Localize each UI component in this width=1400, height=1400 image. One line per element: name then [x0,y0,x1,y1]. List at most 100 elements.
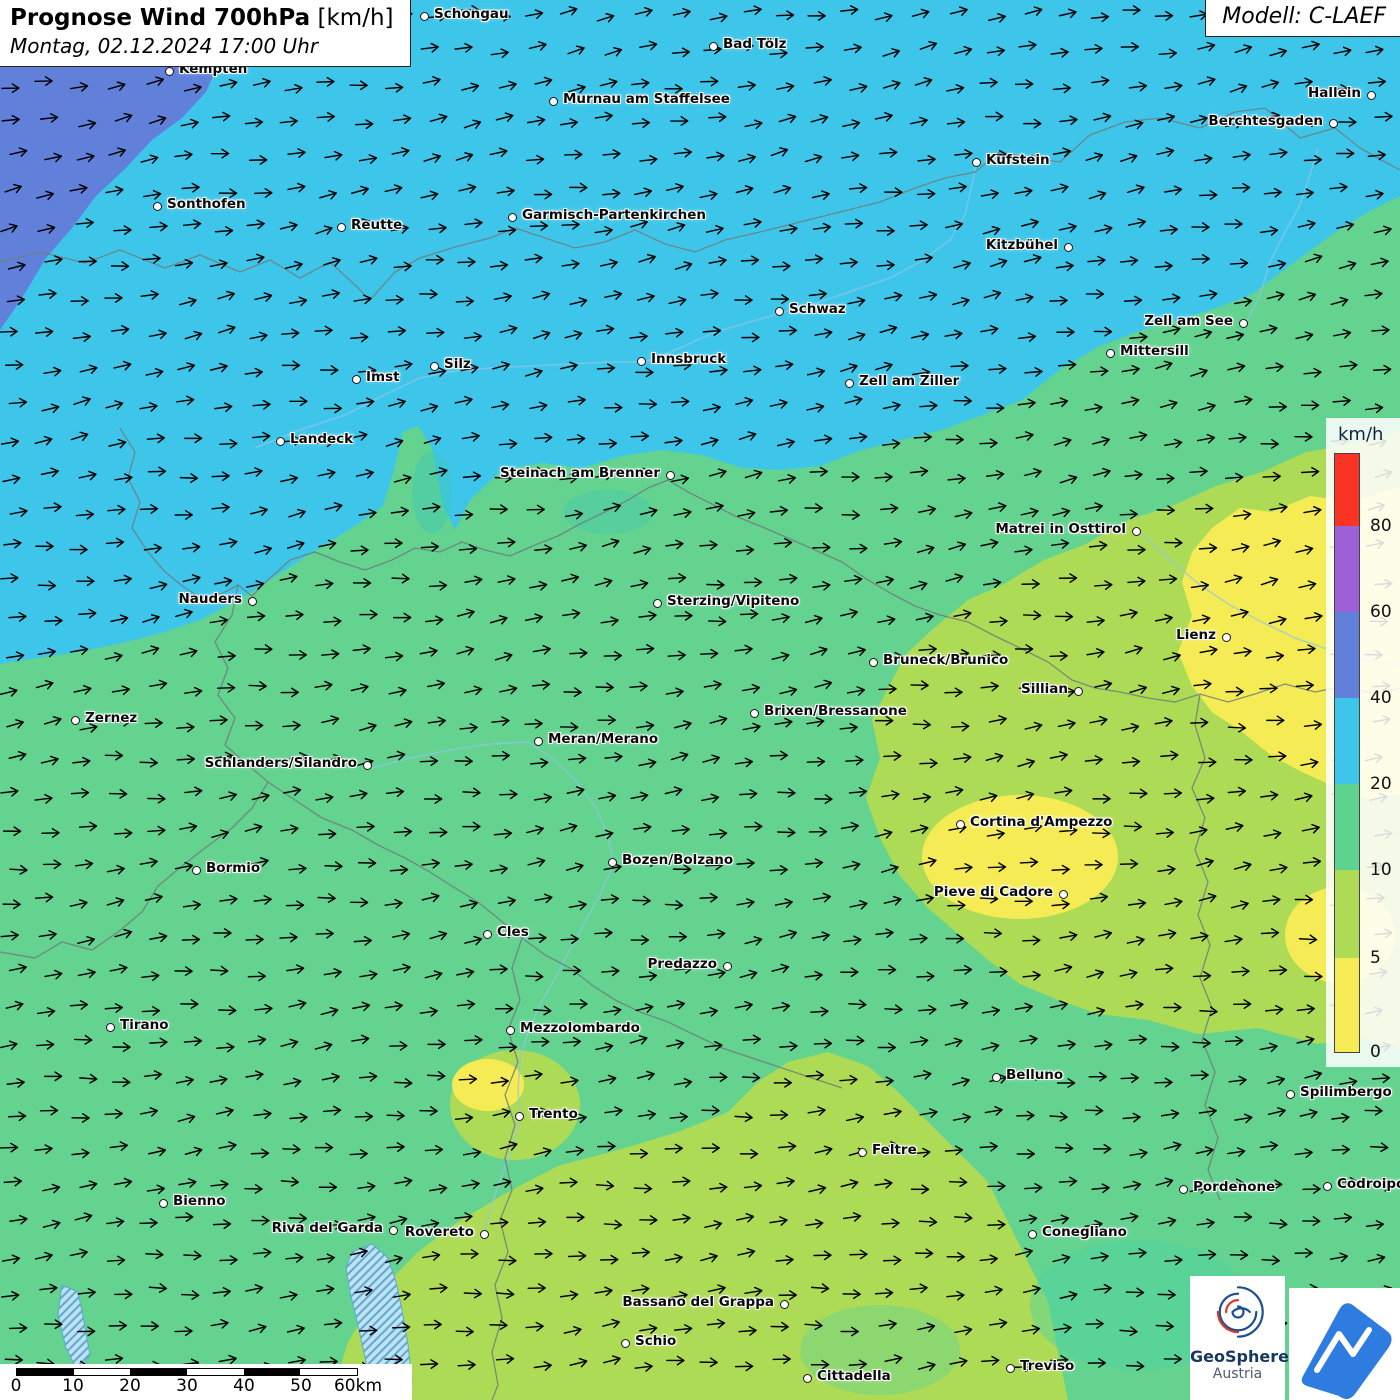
city-dot [1329,119,1338,128]
city-dot [992,1073,1001,1082]
city-dot [508,213,517,222]
forecast-datetime: Montag, 02.12.2024 17:00 Uhr [10,34,394,58]
city-dot [972,158,981,167]
legend-tick: 80 [1370,516,1392,536]
city-dot [1006,1364,1015,1373]
city-dot [1323,1182,1332,1191]
city-dot [709,42,718,51]
city-dot [506,1026,515,1035]
city-dot [192,866,201,875]
city-label: Imst [366,369,400,385]
city-label: Sterzing/Vipiteno [667,593,799,609]
city-label: Silz [444,356,471,372]
city-dot [1239,319,1248,328]
scalebar-segment [187,1369,244,1375]
city-label: Sillian [1021,681,1068,697]
logo-name: GeoSphere [1190,1348,1285,1366]
model-label: Modell: C-LAEF [1205,0,1400,37]
scalebar-label: 60km [334,1376,382,1396]
scalebar-label: 50 [290,1376,312,1396]
city-dot [1286,1090,1295,1099]
scalebar-segment [74,1369,131,1375]
city-dot [608,858,617,867]
city-dot [858,1148,867,1157]
city-label: Bormio [206,860,260,876]
scalebar-label: 30 [176,1376,198,1396]
geosphere-swirl-icon [1206,1280,1270,1344]
legend-tick: 5 [1370,948,1381,968]
legend-color-0 [1335,958,1359,1052]
city-dot [666,471,675,480]
city-label: Cortina d'Ampezzo [970,814,1112,830]
city-label: Kufstein [986,152,1050,168]
city-dot [637,357,646,366]
city-label: Garmisch-Partenkirchen [522,207,706,223]
city-dot [352,375,361,384]
city-dot [389,1226,398,1235]
city-label: Trento [529,1106,578,1122]
city-label: Schongau [434,6,509,22]
map-scalebar: 0102030405060km [0,1364,412,1400]
city-dot [420,12,429,21]
legend-body: 806040201050 [1334,453,1400,1053]
city-label: Schwaz [789,301,846,317]
city-dot [430,362,439,371]
city-label: Brixen/Bressanone [764,703,907,719]
city-label: Predazzo [648,956,717,972]
city-dot [653,599,662,608]
scalebar-segment [300,1369,357,1375]
scalebar-label: 40 [233,1376,255,1396]
wind-speed-legend: km/h 806040201050 [1326,418,1400,1067]
city-dot [775,307,784,316]
geosphere-logo-mark [1289,1288,1400,1400]
city-dot [337,223,346,232]
city-label: Bassano del Grappa [622,1294,774,1310]
city-dot [956,820,965,829]
legend-color-5 [1335,870,1359,958]
scalebar-segment [130,1369,187,1375]
city-label: Conegliano [1042,1224,1127,1240]
city-dot [869,658,878,667]
city-label: Hallein [1308,85,1361,101]
city-dot [549,97,558,106]
logo-country: Austria [1190,1366,1285,1382]
city-dot [1064,243,1073,252]
city-label: Cles [497,924,529,940]
city-dot [153,202,162,211]
city-label: Schio [635,1333,676,1349]
city-label: Landeck [290,431,353,447]
legend-color-80 [1335,454,1359,526]
city-label: Berchtesgaden [1208,113,1323,129]
city-dot [483,930,492,939]
city-dot [1059,890,1068,899]
city-label: Belluno [1006,1067,1063,1083]
city-dot [780,1300,789,1309]
city-dot [480,1230,489,1239]
legend-tick: 20 [1370,774,1392,794]
city-dot [159,1199,168,1208]
city-dot [1132,527,1141,536]
city-label: Zell am Ziller [859,373,959,389]
city-dot [515,1112,524,1121]
city-dot [1367,91,1376,100]
scalebar-segments [16,1368,358,1376]
legend-tick: 10 [1370,860,1392,880]
city-dot [621,1339,630,1348]
city-dot [750,709,759,718]
city-label: Steinach am Brenner [500,465,660,481]
page-title: Prognose Wind 700hPa [km/h] [10,5,394,31]
city-dot [1179,1185,1188,1194]
wind-forecast-map: SchongauBad TölzKemptenMurnau am Staffel… [0,0,1400,1400]
city-label: Rovereto [405,1224,474,1240]
city-markers-layer: SchongauBad TölzKemptenMurnau am Staffel… [0,0,1400,1400]
city-label: Mittersill [1120,343,1189,359]
city-label: Feltre [872,1142,917,1158]
city-label: Bienno [173,1193,226,1209]
geosphere-mountain-icon [1289,1288,1400,1400]
city-dot [363,761,372,770]
scalebar-labels: 0102030405060km [0,1376,412,1398]
city-dot [106,1023,115,1032]
legend-color-60 [1335,526,1359,612]
city-dot [248,597,257,606]
city-label: Bruneck/Brunico [883,652,1008,668]
